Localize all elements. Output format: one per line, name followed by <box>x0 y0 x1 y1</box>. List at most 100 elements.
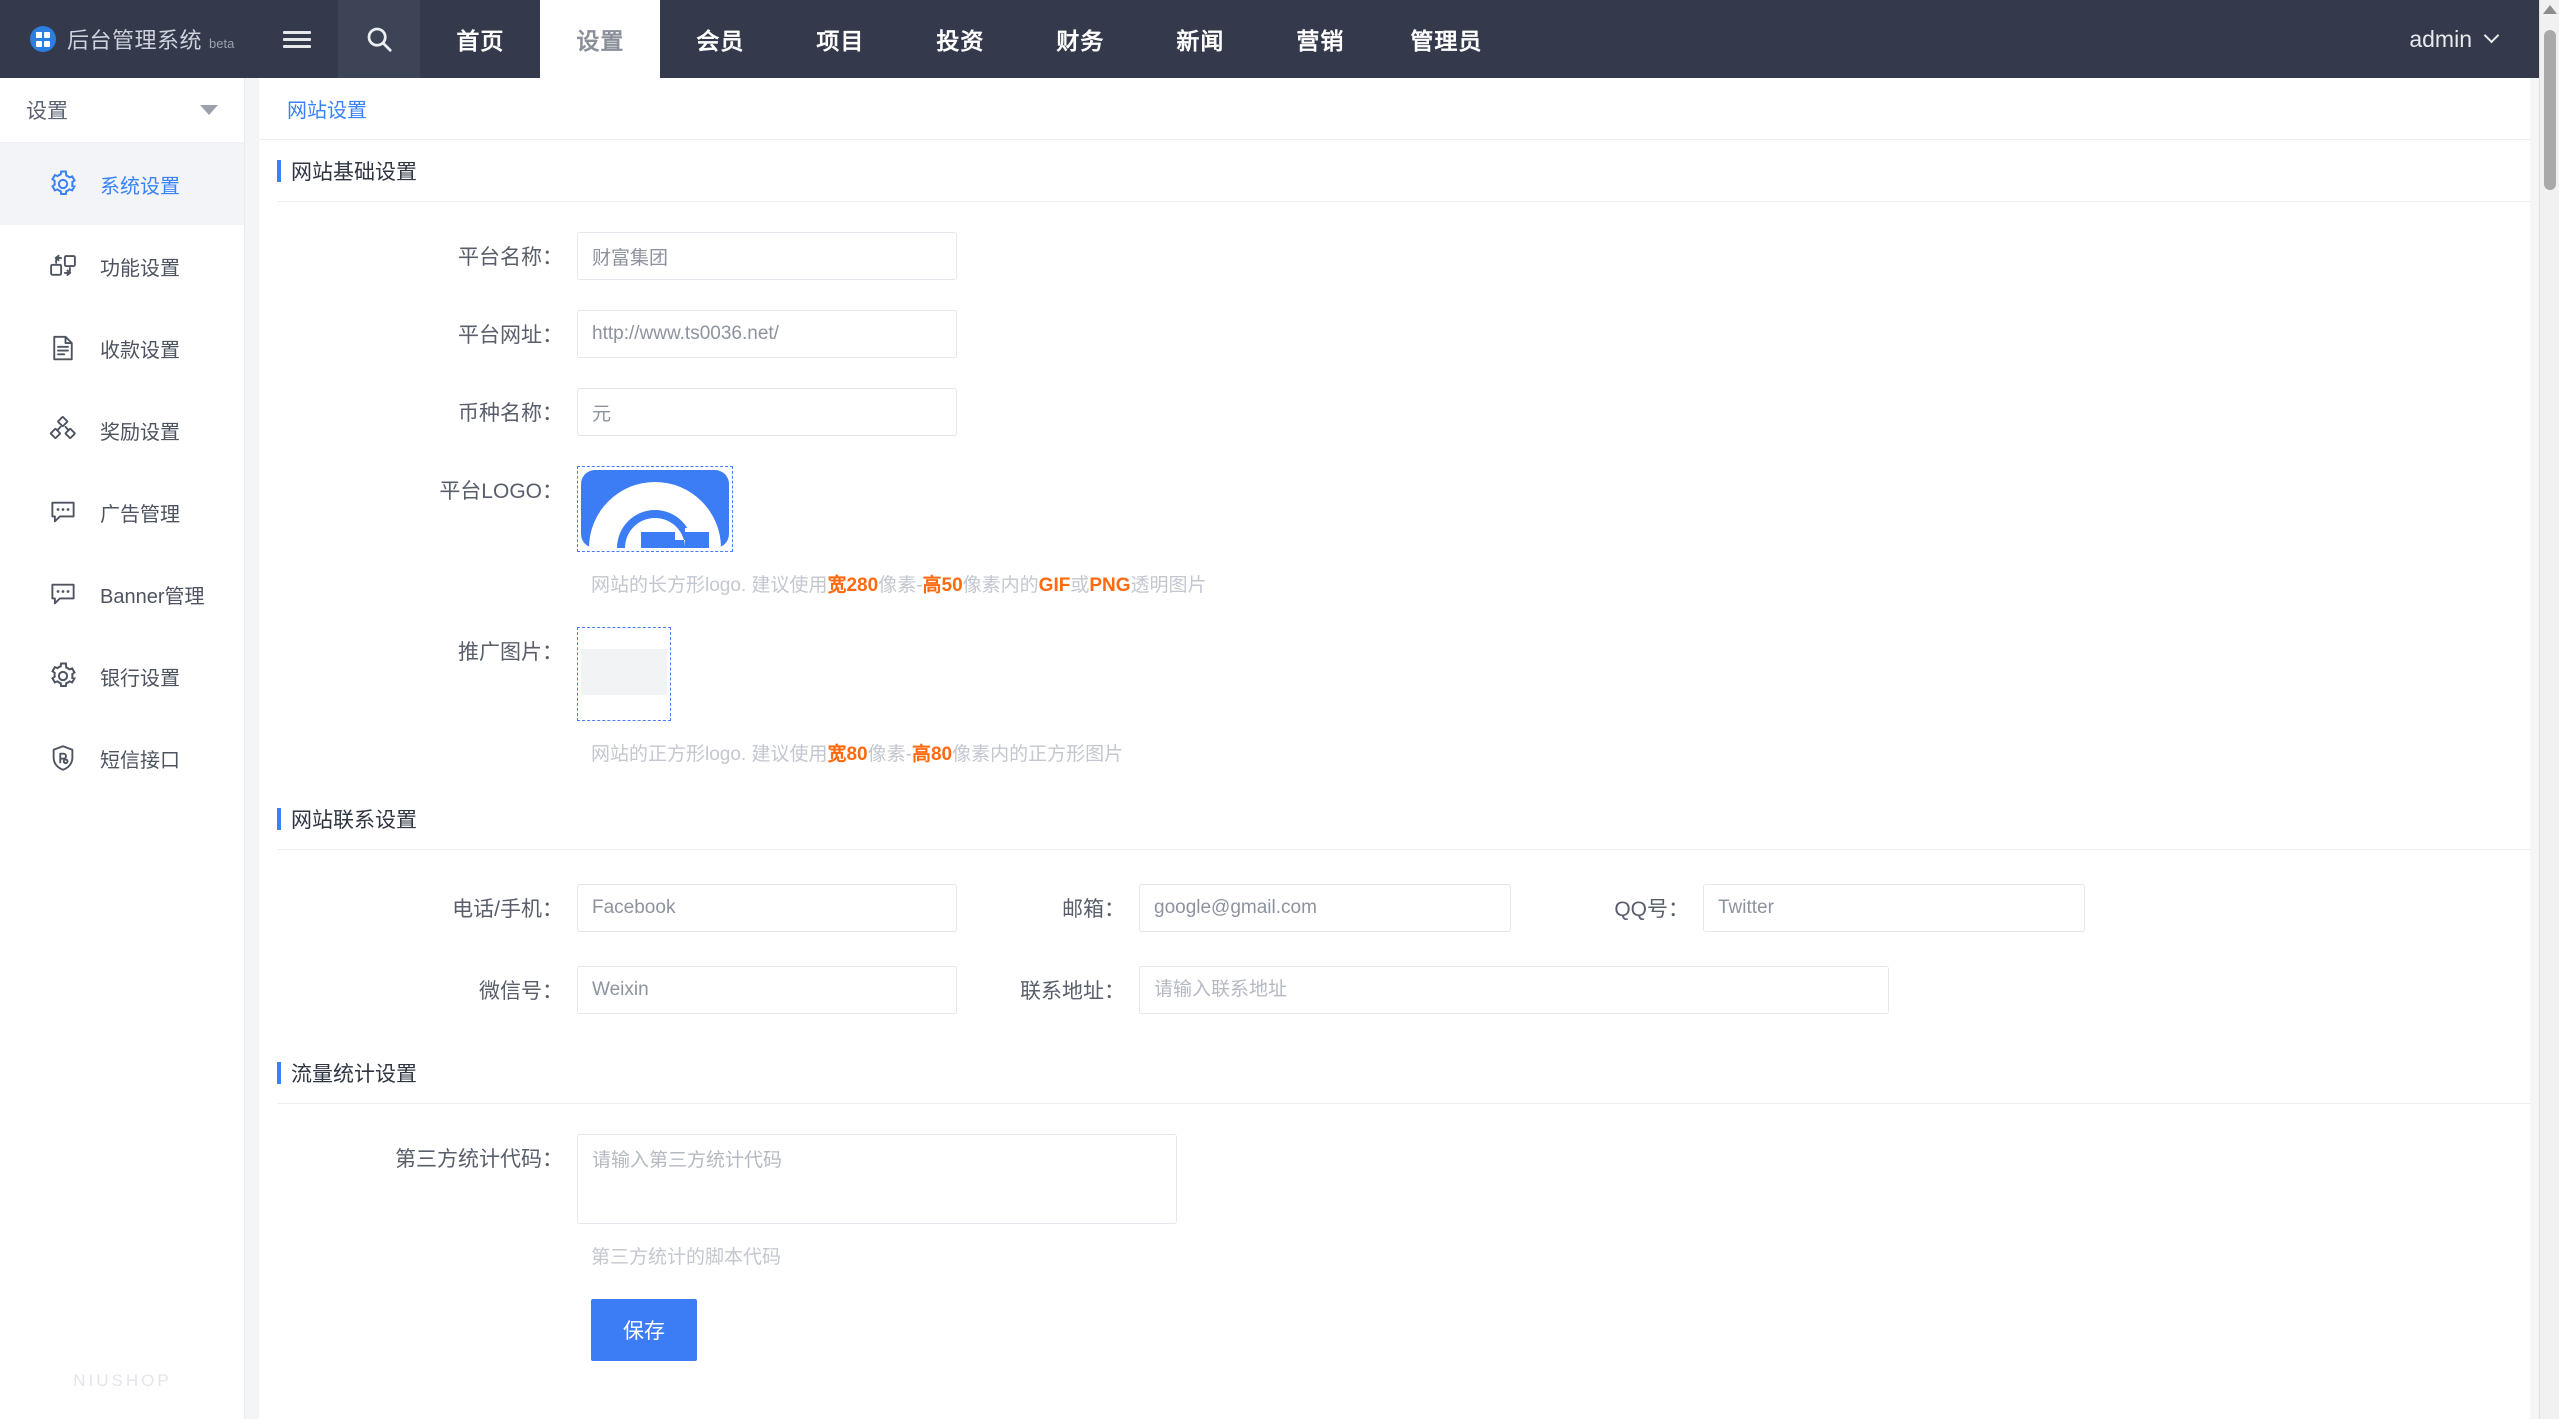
platform-name-input[interactable] <box>577 232 957 280</box>
app-logo-icon <box>30 26 56 52</box>
phone-input[interactable] <box>577 884 957 932</box>
email-input[interactable] <box>1139 884 1511 932</box>
document-lines-icon <box>46 331 80 365</box>
admin-menu[interactable]: admin <box>2367 0 2539 78</box>
sidebar-header[interactable]: 设置 <box>0 78 244 143</box>
hint-highlight: 宽80 <box>827 744 867 765</box>
platform-url-input[interactable] <box>577 310 957 358</box>
wechat-input[interactable] <box>577 966 957 1014</box>
qq-input[interactable] <box>1703 884 2085 932</box>
nav-item-projects[interactable]: 项目 <box>780 0 900 78</box>
promo-upload-box[interactable] <box>577 627 671 721</box>
hamburger-menu-button[interactable] <box>256 0 338 78</box>
sidebar-item-label: 功能设置 <box>100 252 180 281</box>
hint-text: 网站的正方形logo. 建议使用 <box>591 744 827 765</box>
gear-icon <box>46 659 80 693</box>
hint-highlight: GIF <box>1039 575 1071 596</box>
hint-highlight: 宽280 <box>827 575 878 596</box>
settings-panel: 网站基础设置 平台名称： 平台网址： 币种名称： 平台LOGO： <box>259 140 2530 1361</box>
field-phone: 电话/手机： <box>277 884 957 932</box>
main-content: 网站设置 网站基础设置 平台名称： 平台网址： 币种名称： 平台LOGO： <box>259 78 2530 1419</box>
main-nav: 首页 设置 会员 项目 投资 财务 新闻 营销 管理员 <box>420 0 1512 78</box>
top-navigation-bar: 后台管理系统 beta 首页 设置 会员 项目 投资 财务 新闻 营销 管理员 … <box>0 0 2539 78</box>
section-title-basic: 网站基础设置 <box>277 140 2530 202</box>
promo-hint: 网站的正方形logo. 建议使用宽80像素-高80像素内的正方形图片 <box>577 739 2530 766</box>
hint-text: 像素- <box>868 744 912 765</box>
nav-item-news[interactable]: 新闻 <box>1140 0 1260 78</box>
nav-item-marketing[interactable]: 营销 <box>1260 0 1380 78</box>
scrollbar-thumb[interactable] <box>2544 30 2556 190</box>
field-promo-image: 推广图片： <box>277 627 2530 721</box>
sidebar-item-bank-settings[interactable]: 银行设置 <box>0 635 244 717</box>
field-qq: QQ号： <box>1593 884 2085 932</box>
nodes-icon <box>46 413 80 447</box>
swap-squares-icon <box>46 249 80 283</box>
field-label: 平台网址： <box>277 310 577 349</box>
page-scrollbar[interactable] <box>2539 0 2559 1419</box>
chevron-down-icon[interactable] <box>200 105 218 115</box>
section-title-contact-label: 网站联系设置 <box>291 804 417 834</box>
sidebar-item-label: Banner管理 <box>100 580 205 609</box>
sidebar-item-reward-settings[interactable]: 奖励设置 <box>0 389 244 471</box>
sidebar-item-system-settings[interactable]: 系统设置 <box>0 143 244 225</box>
breadcrumb-current[interactable]: 网站设置 <box>287 94 367 123</box>
contact-row-2: 微信号： 联系地址： <box>277 966 2530 1014</box>
sidebar-item-function-settings[interactable]: 功能设置 <box>0 225 244 307</box>
chevron-down-icon <box>2484 27 2500 43</box>
sidebar-item-payment-settings[interactable]: 收款设置 <box>0 307 244 389</box>
sidebar-item-ad-management[interactable]: 广告管理 <box>0 471 244 553</box>
section-title-basic-label: 网站基础设置 <box>291 156 417 186</box>
field-address: 联系地址： <box>1019 966 1889 1014</box>
field-third-party-code: 第三方统计代码： <box>277 1134 2530 1224</box>
address-input[interactable] <box>1139 966 1889 1014</box>
platform-logo-image <box>581 470 729 548</box>
sidebar-item-label: 短信接口 <box>100 744 180 773</box>
field-label: 币种名称： <box>277 388 577 427</box>
shield-r-icon <box>46 741 80 775</box>
sidebar-item-banner-management[interactable]: Banner管理 <box>0 553 244 635</box>
section-title-contact: 网站联系设置 <box>277 788 2530 850</box>
nav-item-admins[interactable]: 管理员 <box>1380 0 1512 78</box>
nav-item-home[interactable]: 首页 <box>420 0 540 78</box>
sidebar-watermark: NIUSHOP <box>0 1371 245 1391</box>
sidebar-item-label: 收款设置 <box>100 334 180 363</box>
field-label: 平台LOGO： <box>277 466 577 505</box>
logo-graphic-icon <box>581 470 729 548</box>
hint-text: 像素内的正方形图片 <box>952 744 1123 765</box>
scroll-up-arrow-icon[interactable] <box>2543 5 2557 14</box>
contact-row-1: 电话/手机： 邮箱： QQ号： <box>277 884 2530 932</box>
field-platform-logo: 平台LOGO： <box>277 466 2530 552</box>
nav-item-finance[interactable]: 财务 <box>1020 0 1140 78</box>
search-button[interactable] <box>338 0 420 78</box>
hint-highlight: PNG <box>1089 575 1130 596</box>
field-currency-name: 币种名称： <box>277 388 2530 436</box>
nav-item-investment[interactable]: 投资 <box>900 0 1020 78</box>
sidebar-item-label: 银行设置 <box>100 662 180 691</box>
currency-name-input[interactable] <box>577 388 957 436</box>
field-platform-name: 平台名称： <box>277 232 2530 280</box>
field-label: 平台名称： <box>277 232 577 271</box>
logo-hint: 网站的长方形logo. 建议使用宽280像素-高50像素内的GIF或PNG透明图… <box>577 570 2530 597</box>
save-button[interactable]: 保存 <box>591 1299 697 1361</box>
sidebar: 设置 系统设置 功能设置 <box>0 78 245 1419</box>
hint-text: 透明图片 <box>1131 575 1207 596</box>
sidebar-item-label: 奖励设置 <box>100 416 180 445</box>
nav-item-settings[interactable]: 设置 <box>540 0 660 78</box>
breadcrumb: 网站设置 <box>259 78 2530 140</box>
sidebar-item-sms-interface[interactable]: 短信接口 <box>0 717 244 799</box>
comment-dots-icon <box>46 577 80 611</box>
promo-image <box>581 631 667 717</box>
field-label: 微信号： <box>277 966 577 1005</box>
brand-title: 后台管理系统 <box>67 23 202 55</box>
nav-item-members[interactable]: 会员 <box>660 0 780 78</box>
logo-upload-box[interactable] <box>577 466 733 552</box>
field-label: 邮箱： <box>1019 884 1139 923</box>
hint-text: 网站的长方形logo. 建议使用 <box>591 575 827 596</box>
third-party-code-textarea[interactable] <box>577 1134 1177 1224</box>
hint-highlight: 高50 <box>923 575 963 596</box>
sidebar-title: 设置 <box>26 95 68 125</box>
field-label: 推广图片： <box>277 627 577 666</box>
field-label: 联系地址： <box>1019 966 1139 1005</box>
hint-highlight: 高80 <box>912 744 952 765</box>
field-platform-url: 平台网址： <box>277 310 2530 358</box>
